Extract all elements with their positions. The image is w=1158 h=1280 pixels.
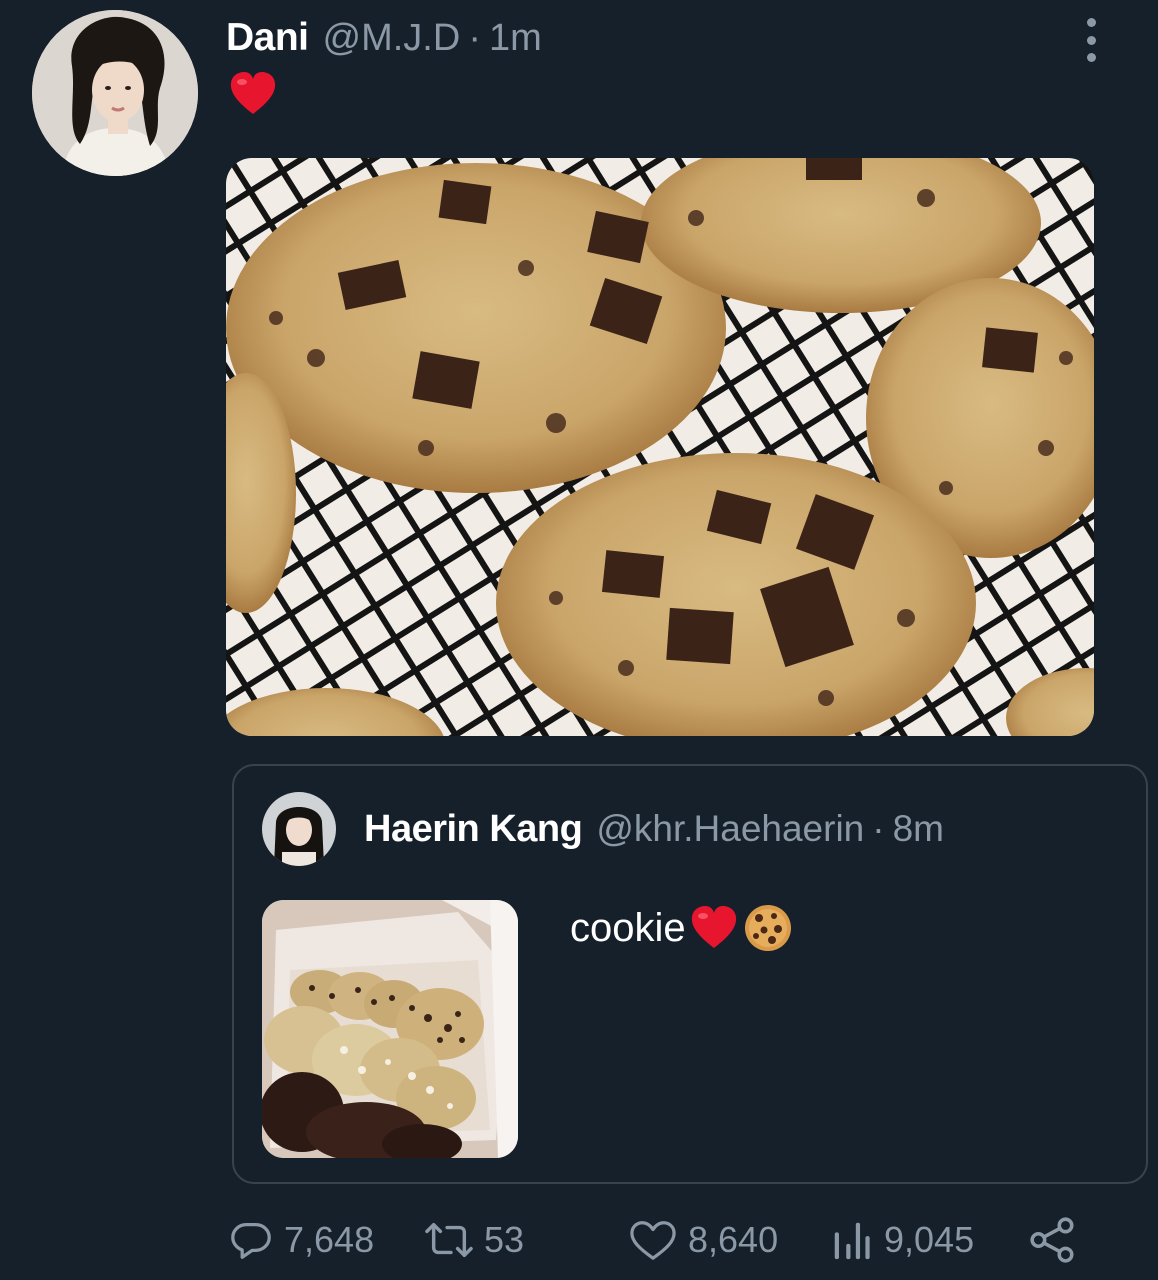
author-handle[interactable]: @M.J.D xyxy=(323,17,461,60)
views-button[interactable]: 9,045 xyxy=(830,1212,974,1268)
views-count: 9,045 xyxy=(884,1219,975,1260)
retweet-button[interactable]: 53 xyxy=(424,1212,524,1268)
quoted-tweet-header: Haerin Kang @khr.Haehaerin · 8m xyxy=(364,808,944,851)
like-count: 8,640 xyxy=(688,1219,779,1260)
author-display-name[interactable]: Dani xyxy=(226,16,309,60)
quoted-author-avatar[interactable] xyxy=(262,792,336,866)
heart-outline-icon xyxy=(630,1221,676,1260)
like-button[interactable]: 8,640 xyxy=(628,1212,778,1268)
tweet-timestamp[interactable]: 1m xyxy=(489,17,542,60)
retweet-count: 53 xyxy=(484,1219,525,1260)
cookie-emoji xyxy=(742,902,794,954)
views-icon xyxy=(834,1222,870,1260)
quoted-tweet-timestamp[interactable]: 8m xyxy=(893,808,944,850)
retweet-icon xyxy=(425,1222,473,1258)
more-options-icon[interactable] xyxy=(1078,18,1104,62)
quoted-author-display-name[interactable]: Haerin Kang xyxy=(364,808,583,851)
reply-icon xyxy=(231,1223,271,1259)
author-avatar[interactable] xyxy=(32,10,198,176)
share-button[interactable] xyxy=(1028,1212,1078,1268)
quoted-tweet-photo[interactable] xyxy=(262,900,518,1158)
quoted-tweet-text: cookie xyxy=(570,902,794,954)
separator-dot: · xyxy=(468,17,481,59)
tweet-photo[interactable] xyxy=(226,158,1094,736)
quoted-author-handle[interactable]: @khr.Haehaerin xyxy=(596,808,864,850)
quoted-tweet-text-label: cookie xyxy=(570,905,686,950)
reply-button[interactable]: 7,648 xyxy=(228,1212,374,1268)
tweet-header: Dani @M.J.D · 1m xyxy=(226,16,542,66)
share-icon xyxy=(1030,1217,1074,1263)
heart-emoji xyxy=(688,904,740,952)
heart-emoji xyxy=(228,70,278,118)
reply-count: 7,648 xyxy=(284,1219,375,1260)
separator-dot: · xyxy=(872,808,885,849)
